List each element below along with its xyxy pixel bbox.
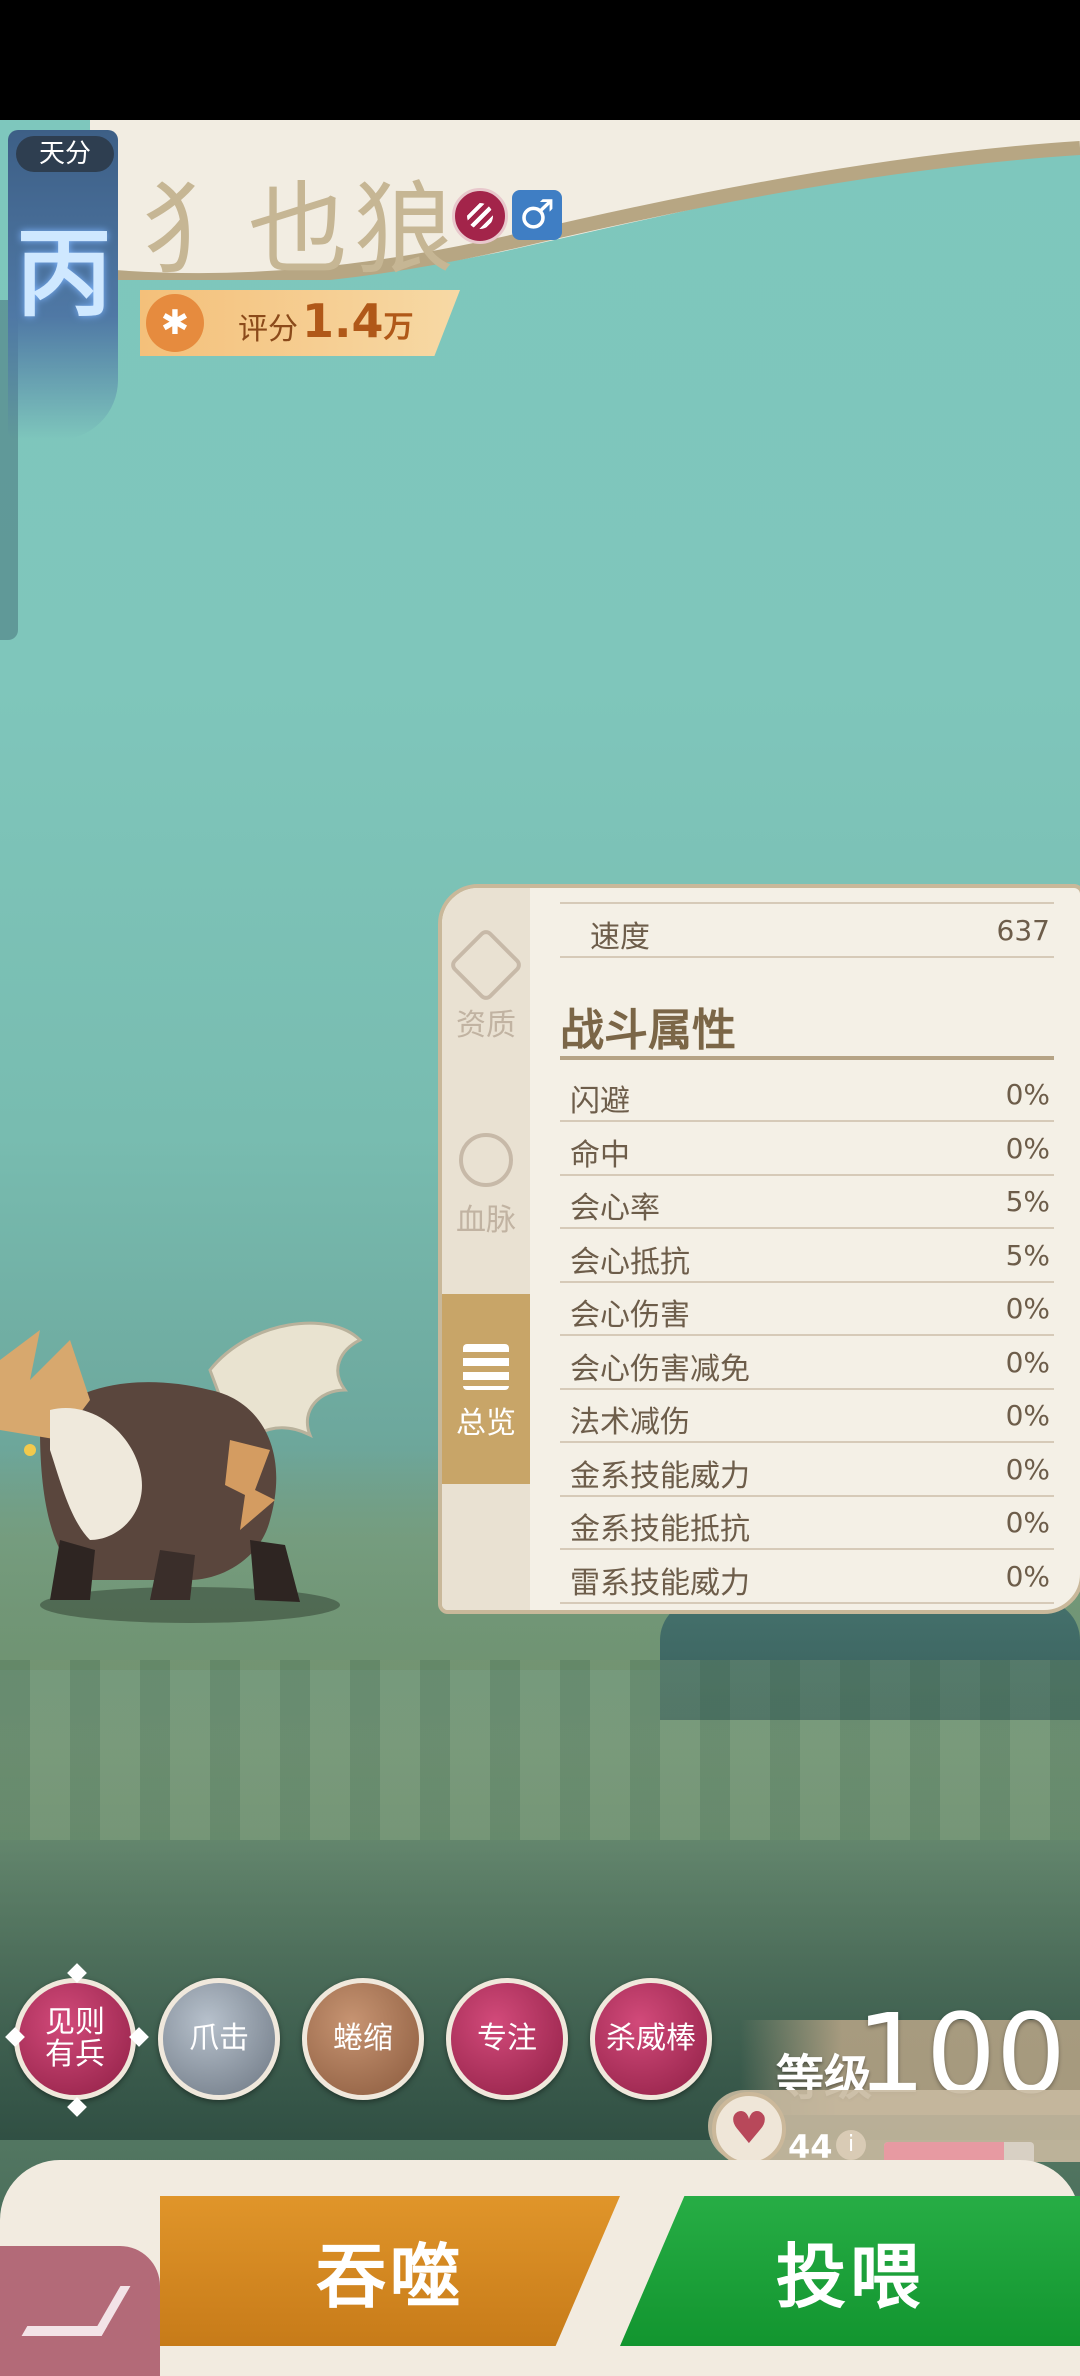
- stat-value: 637: [996, 914, 1050, 947]
- stat-row: 金系技能威力 0%: [560, 1443, 1054, 1497]
- stat-row: 会心率 5%: [560, 1175, 1054, 1229]
- stat-value: 5%: [1005, 1238, 1050, 1272]
- stat-row: 金系技能抵抗 0%: [560, 1496, 1054, 1550]
- skill-label-line: 杀威棒: [606, 2022, 696, 2055]
- stat-value: 0%: [1005, 1131, 1050, 1165]
- stat-name: 会心抵抗: [570, 1244, 690, 1280]
- stat-value: 0%: [1005, 1399, 1050, 1432]
- tab-overview[interactable]: 总览: [442, 1294, 530, 1484]
- tab-label: 总览: [456, 1406, 516, 1441]
- stat-row: 法术减伤 0%: [560, 1389, 1054, 1443]
- back-icon[interactable]: [0, 2246, 160, 2376]
- skill-label-line: 专注: [477, 2022, 537, 2055]
- score-unit: 万: [383, 310, 414, 345]
- skill-label-line: 蜷缩: [333, 2022, 393, 2055]
- stat-name: 金系技能威力: [570, 1458, 750, 1494]
- stat-row-speed: 速度 637: [560, 902, 1054, 958]
- skill-label-line: 见则: [45, 2006, 105, 2039]
- skill-label: 杀威棒: [606, 2023, 696, 2055]
- pet-name: 犭也狼: [142, 171, 460, 288]
- pet-creature-image: [0, 1321, 363, 1623]
- stat-name: 闪避: [570, 1084, 630, 1119]
- stat-name: 会心率: [570, 1191, 660, 1226]
- section-title: 战斗属性: [560, 1005, 736, 1056]
- skill-label: 蜷缩: [333, 2023, 393, 2055]
- stat-name: 会心伤害: [570, 1298, 690, 1333]
- stat-value: 0%: [1005, 1559, 1050, 1593]
- tab-bloodline[interactable]: 血脉: [442, 1083, 530, 1273]
- devour-button[interactable]: 吞噬: [160, 2196, 620, 2346]
- stat-value: 0%: [1005, 1506, 1050, 1539]
- stat-row: 闪避 0%: [560, 1068, 1054, 1122]
- stat-value: 5%: [1005, 1185, 1050, 1218]
- stat-value: 0%: [1005, 1292, 1050, 1325]
- stat-name: 会心伤害减免: [570, 1351, 750, 1387]
- grass-layer: [0, 1660, 1080, 1840]
- skill-label: 爪击: [189, 2023, 249, 2055]
- hexagon-icon: [447, 926, 525, 1004]
- tab-label: 资质: [456, 1008, 516, 1043]
- stat-name: 速度: [590, 920, 650, 955]
- list-icon: [463, 1344, 509, 1390]
- section-divider: [560, 1056, 1054, 1060]
- stat-name: 法术减伤: [570, 1405, 690, 1440]
- heart-icon: ♥: [712, 2092, 786, 2166]
- score-label: 评分: [238, 312, 298, 347]
- skill-button[interactable]: 爪击: [158, 1978, 280, 2100]
- stat-name: 金系技能抵抗: [570, 1512, 750, 1547]
- stats-panel[interactable]: 资质 血脉 总览 速度 637 战斗属性 闪避 0% 命中 0% 会心率 5% 会心抵抗 5%…: [438, 884, 1080, 1614]
- feed-button[interactable]: 投喂: [620, 2196, 1080, 2346]
- skill-button[interactable]: 蜷缩: [302, 1978, 424, 2100]
- bloodline-icon: [447, 1121, 525, 1199]
- stat-row: 会心抵抗 5%: [560, 1229, 1054, 1283]
- skill-label-line: 有兵: [45, 2038, 105, 2071]
- stats-list[interactable]: 速度 637 战斗属性 闪避 0% 命中 0% 会心率 5% 会心抵抗 5% 会心伤害 0% 会心伤…: [530, 888, 1080, 1610]
- skill-button[interactable]: 杀威棒: [590, 1978, 712, 2100]
- stat-value: 0%: [1005, 1452, 1050, 1486]
- stat-value: 0%: [1005, 1345, 1050, 1379]
- stat-name: 命中: [570, 1137, 630, 1173]
- stat-name: 雷系技能威力: [570, 1565, 750, 1601]
- skill-label: 见则 有兵: [45, 2007, 105, 2071]
- tier-label: 天分: [16, 136, 114, 172]
- tier-value: 丙: [16, 217, 112, 330]
- tab-aptitude[interactable]: 资质: [442, 888, 530, 1078]
- stat-row: 雷系技能威力 0%: [560, 1550, 1054, 1604]
- type-icon[interactable]: [452, 188, 508, 244]
- tab-label: 血脉: [456, 1203, 516, 1238]
- paw-icon: ✱: [146, 294, 204, 352]
- stat-row: 命中 0%: [560, 1122, 1054, 1176]
- info-icon[interactable]: i: [836, 2130, 866, 2160]
- skill-button[interactable]: 见则 有兵: [14, 1978, 136, 2100]
- skill-label-line: 爪击: [189, 2022, 249, 2055]
- gender-male-icon: ♂: [512, 190, 562, 240]
- stat-value: 0%: [1005, 1078, 1050, 1111]
- stat-row: 会心伤害 0%: [560, 1282, 1054, 1336]
- skill-label: 专注: [477, 2023, 537, 2055]
- stat-row: 会心伤害减免 0%: [560, 1336, 1054, 1390]
- score-value: 1.4万: [302, 294, 414, 348]
- skill-button[interactable]: 专注: [446, 1978, 568, 2100]
- panel-tabs: 资质 血脉 总览: [442, 888, 530, 1610]
